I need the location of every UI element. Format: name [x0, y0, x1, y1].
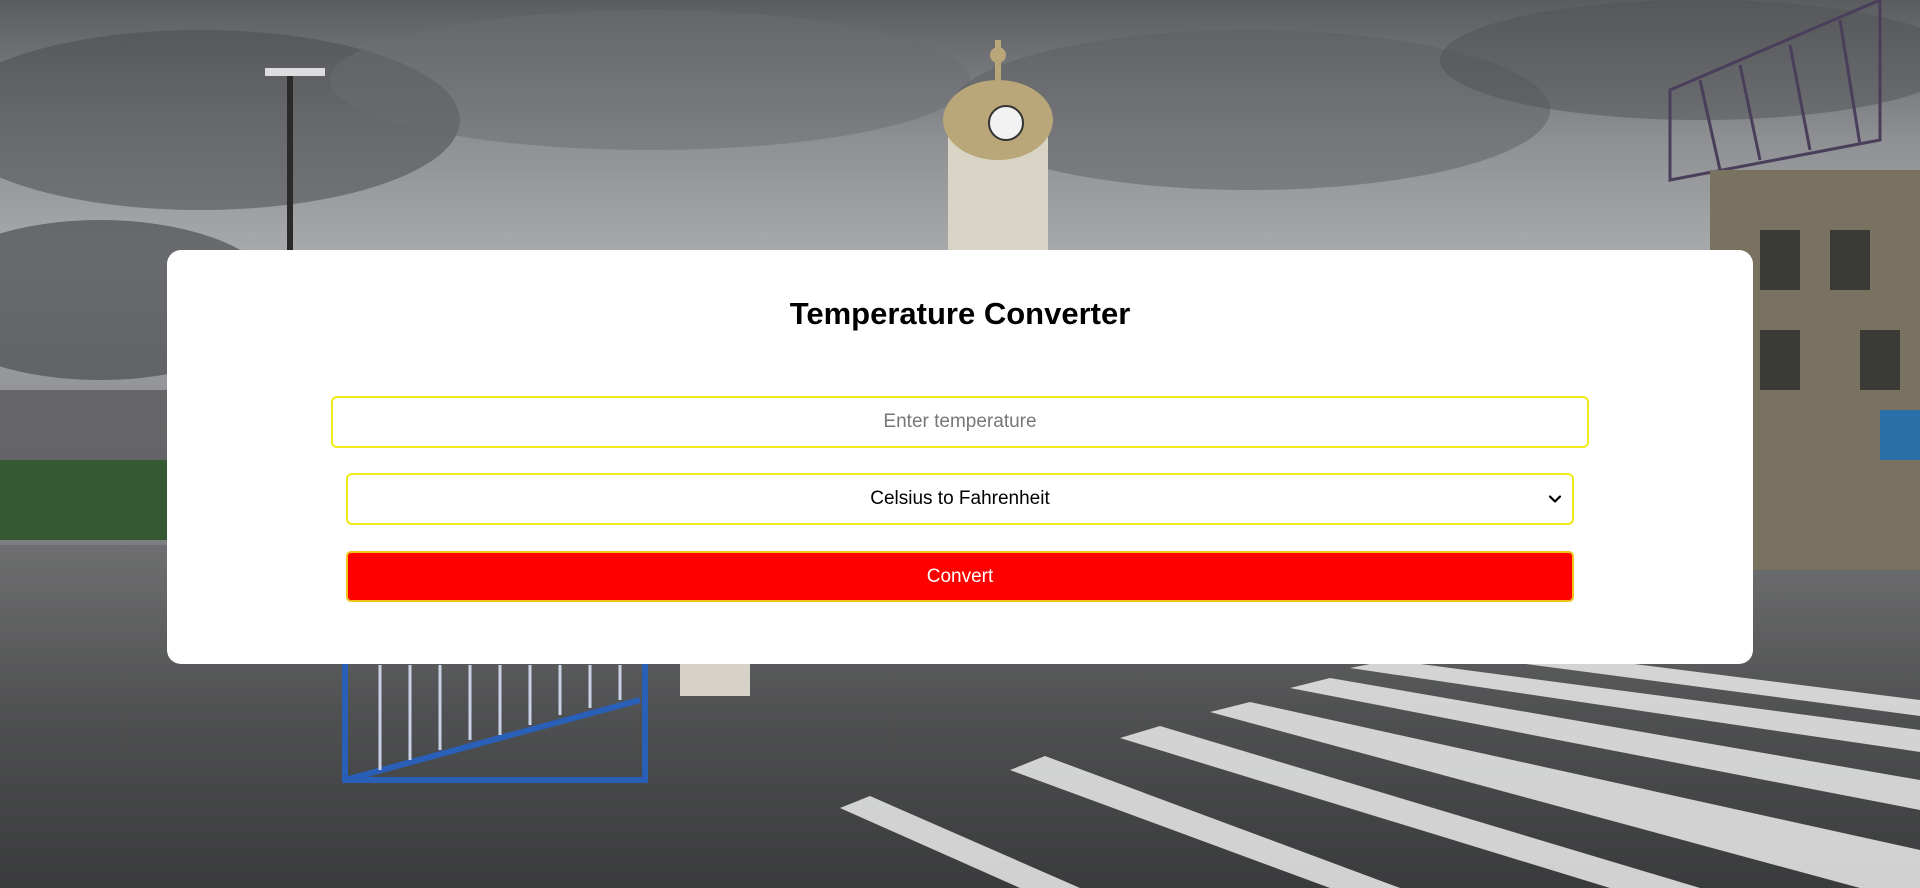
temperature-input[interactable]	[331, 396, 1589, 448]
conversion-select[interactable]: Celsius to Fahrenheit	[346, 473, 1574, 525]
page-title: Temperature Converter	[789, 296, 1131, 331]
chevron-down-icon	[1548, 495, 1562, 503]
conversion-select-value: Celsius to Fahrenheit	[870, 488, 1050, 509]
convert-button[interactable]: Convert	[346, 551, 1574, 602]
